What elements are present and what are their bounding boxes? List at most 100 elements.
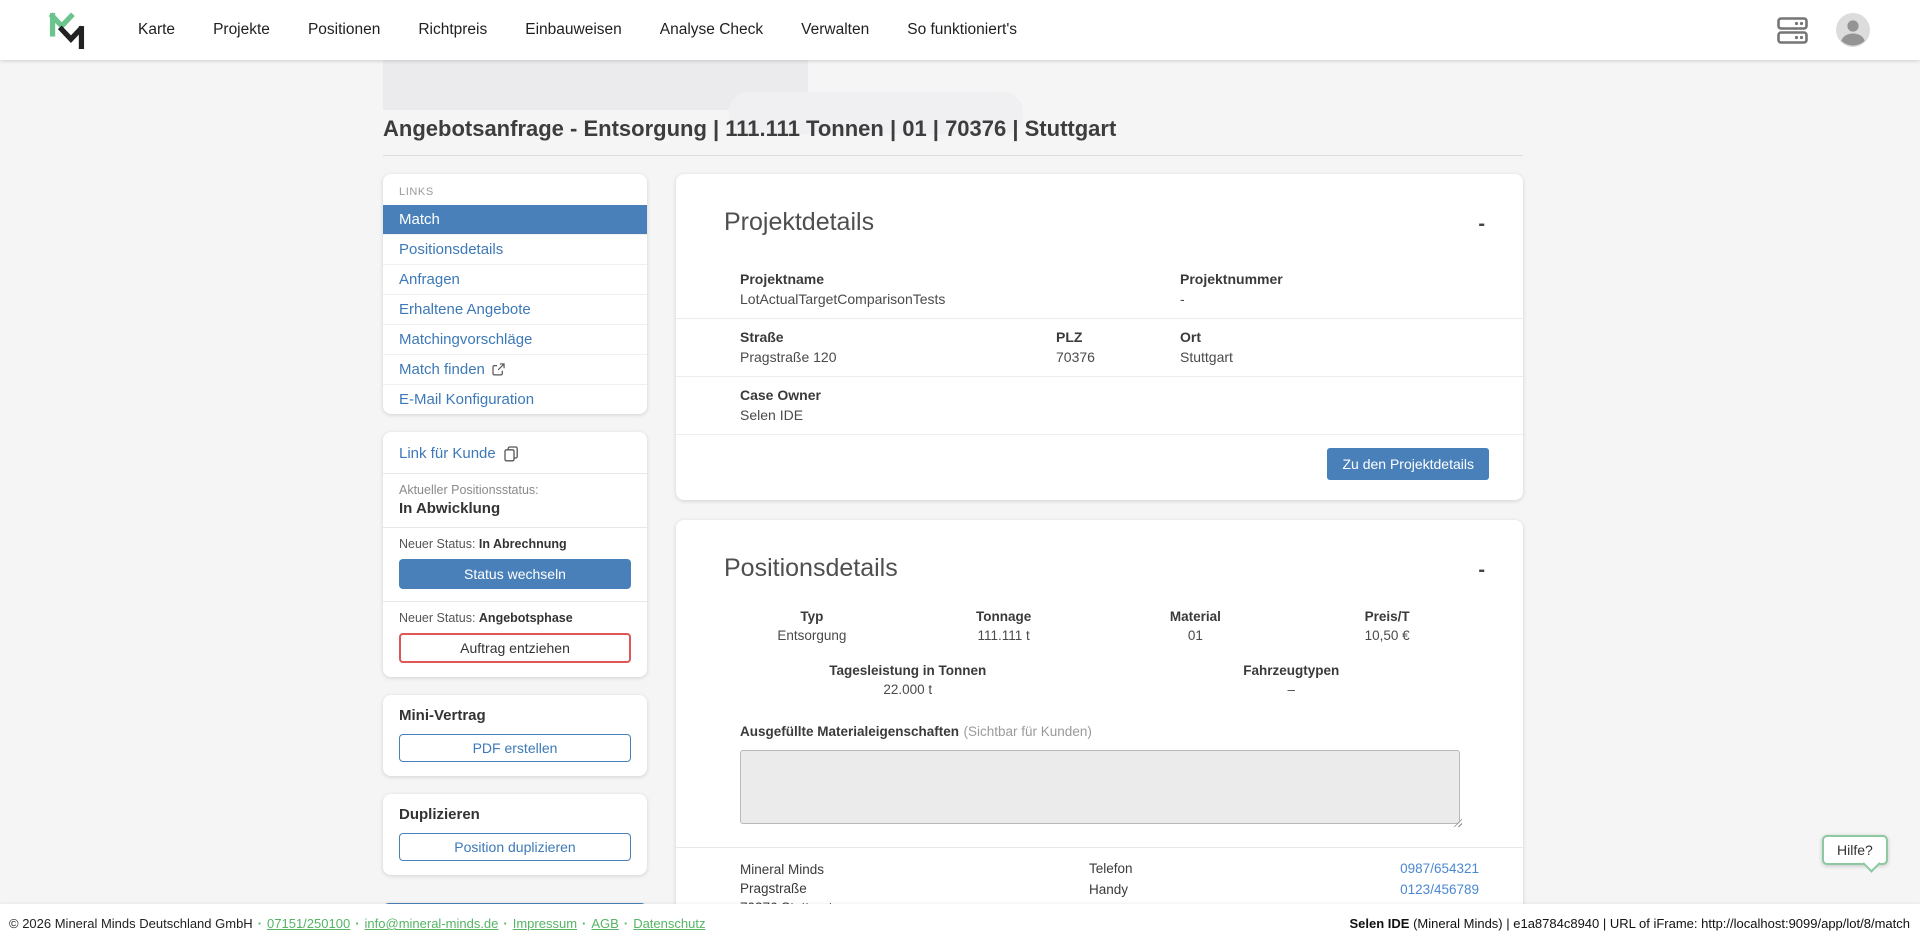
- stat-tonnage: Tonnage 111.111 t: [908, 609, 1100, 643]
- user-avatar[interactable]: [1836, 13, 1870, 47]
- sidebar-item-label: E-Mail Konfiguration: [399, 391, 534, 408]
- stat-material: Material 01: [1100, 609, 1292, 643]
- contact-company: Mineral Minds: [740, 860, 1089, 879]
- separator: ·: [582, 916, 586, 931]
- nav-item-analyse-check[interactable]: Analyse Check: [660, 21, 763, 39]
- position-stats-row1: Typ Entsorgung Tonnage 111.111 t Materia…: [716, 609, 1483, 643]
- duplicate-position-button[interactable]: Position duplizieren: [399, 833, 631, 861]
- sidebar-item-label: Anfragen: [399, 271, 460, 288]
- stat-value: Entsorgung: [716, 628, 908, 643]
- footer-link-agb[interactable]: AGB: [591, 916, 618, 931]
- offer-status-line: Neuer Status: Angebotsphase: [383, 602, 647, 625]
- separator: ·: [503, 916, 507, 931]
- project-row-name: Projektname LotActualTargetComparisonTes…: [676, 261, 1523, 318]
- material-properties-hint: (Sichtbar für Kunden): [964, 724, 1092, 739]
- next-status-line: Neuer Status: In Abrechnung: [383, 528, 647, 551]
- stat-value: 22.000 t: [716, 682, 1100, 697]
- nav-item-positionen[interactable]: Positionen: [308, 21, 380, 39]
- field-label: Case Owner: [740, 387, 1056, 403]
- withdraw-order-button[interactable]: Auftrag entziehen: [399, 633, 631, 663]
- server-environment-icon[interactable]: [1777, 17, 1808, 44]
- stat-value: 111.111 t: [908, 628, 1100, 643]
- mineral-minds-logo-icon[interactable]: [46, 4, 90, 56]
- collapse-toggle[interactable]: -: [1478, 214, 1485, 234]
- duplicate-title: Duplizieren: [383, 794, 647, 825]
- footer-link-phone[interactable]: 07151/250100: [267, 916, 350, 931]
- field-value: Stuttgart: [1180, 349, 1499, 365]
- duplicate-card: Duplizieren Position duplizieren: [383, 794, 647, 875]
- sidebar-item-erhaltene-angebote[interactable]: Erhaltene Angebote: [383, 294, 647, 324]
- field-value: -: [1180, 291, 1499, 307]
- nav-item-karte[interactable]: Karte: [138, 21, 175, 39]
- sidebar-item-matchingvorschlaege[interactable]: Matchingvorschläge: [383, 324, 647, 354]
- field-value: 70376: [1056, 349, 1180, 365]
- field-case-owner: Case Owner Selen IDE: [740, 387, 1056, 423]
- separator: ·: [258, 916, 262, 931]
- status-change-button[interactable]: Status wechseln: [399, 559, 631, 589]
- field-ort: Ort Stuttgart: [1180, 329, 1499, 365]
- position-stats-row2: Tagesleistung in Tonnen 22.000 t Fahrzeu…: [716, 663, 1483, 697]
- stat-typ: Typ Entsorgung: [716, 609, 908, 643]
- main-nav: Karte Projekte Positionen Richtpreis Ein…: [138, 21, 1017, 39]
- links-card: LINKS Match Positionsdetails Anfragen Er…: [383, 174, 647, 414]
- project-details-card: Projektdetails - Projektname LotActualTa…: [676, 174, 1523, 500]
- field-label: PLZ: [1056, 329, 1180, 345]
- page-content: Angebotsanfrage - Entsorgung | 111.111 T…: [383, 116, 1523, 939]
- stat-value: –: [1100, 682, 1484, 697]
- project-row-owner: Case Owner Selen IDE: [676, 376, 1523, 434]
- sidebar-item-positionsdetails[interactable]: Positionsdetails: [383, 234, 647, 264]
- sidebar-item-anfragen[interactable]: Anfragen: [383, 264, 647, 294]
- nav-item-richtpreis[interactable]: Richtpreis: [418, 21, 487, 39]
- nav-item-verwalten[interactable]: Verwalten: [801, 21, 869, 39]
- sidebar: LINKS Match Positionsdetails Anfragen Er…: [383, 174, 647, 939]
- stat-label: Fahrzeugtypen: [1100, 663, 1484, 678]
- logo-svg: [46, 6, 88, 54]
- current-status-block: Aktueller Positionsstatus: In Abwicklung: [383, 474, 647, 527]
- footer-link-impressum[interactable]: Impressum: [513, 916, 577, 931]
- footer-link-email[interactable]: info@mineral-minds.de: [365, 916, 499, 931]
- sidebar-item-email-konfiguration[interactable]: E-Mail Konfiguration: [383, 384, 647, 414]
- field-value: LotActualTargetComparisonTests: [740, 291, 1056, 307]
- nav-item-so-funktionierts[interactable]: So funktioniert's: [907, 21, 1017, 39]
- mobile-link[interactable]: 0123/456789: [1400, 882, 1479, 897]
- create-pdf-button[interactable]: PDF erstellen: [399, 734, 631, 762]
- stat-label: Tagesleistung in Tonnen: [716, 663, 1100, 678]
- collapse-toggle[interactable]: -: [1478, 560, 1485, 580]
- help-button[interactable]: Hilfe?: [1822, 835, 1888, 865]
- field-label: Projektname: [740, 271, 1056, 287]
- main-area: Projektdetails - Projektname LotActualTa…: [676, 174, 1523, 939]
- stat-value: 10,50 €: [1291, 628, 1483, 643]
- nav-item-projekte[interactable]: Projekte: [213, 21, 270, 39]
- footer-debug-rest: (Mineral Minds) | e1a8784c8940 | URL of …: [1409, 916, 1910, 931]
- material-properties-textarea[interactable]: [740, 750, 1460, 824]
- position-details-card: Positionsdetails - Typ Entsorgung Tonnag…: [676, 520, 1523, 939]
- stat-label: Typ: [716, 609, 908, 624]
- customer-link-label: Link für Kunde: [399, 445, 496, 462]
- field-label: Ort: [1180, 329, 1499, 345]
- footer-debug-info: Selen IDE (Mineral Minds) | e1a8784c8940…: [1349, 916, 1910, 931]
- mobile-row: Handy 0123/456789: [1089, 882, 1479, 897]
- current-status-value: In Abwicklung: [399, 500, 631, 517]
- footer-link-datenschutz[interactable]: Datenschutz: [633, 916, 705, 931]
- sidebar-item-label: Match: [399, 211, 440, 228]
- nav-item-einbauweisen[interactable]: Einbauweisen: [525, 21, 622, 39]
- field-value: Selen IDE: [740, 407, 1056, 423]
- field-label: Projektnummer: [1180, 271, 1499, 287]
- app-screen: Karte Projekte Positionen Richtpreis Ein…: [0, 0, 1920, 943]
- stat-tagesleistung: Tagesleistung in Tonnen 22.000 t: [716, 663, 1100, 697]
- next-status-value: In Abrechnung: [479, 537, 567, 551]
- current-status-label: Aktueller Positionsstatus:: [399, 483, 631, 497]
- field-value: Pragstraße 120: [740, 349, 1056, 365]
- phone-link[interactable]: 0987/654321: [1400, 861, 1479, 876]
- field-label: Straße: [740, 329, 1056, 345]
- links-header: LINKS: [383, 174, 647, 205]
- top-navbar: Karte Projekte Positionen Richtpreis Ein…: [0, 0, 1920, 60]
- customer-link[interactable]: Link für Kunde: [383, 432, 647, 473]
- mobile-label: Handy: [1089, 882, 1128, 897]
- stat-value: 01: [1100, 628, 1292, 643]
- sidebar-item-match-finden[interactable]: Match finden: [383, 354, 647, 384]
- offer-status-value: Angebotsphase: [479, 611, 573, 625]
- sidebar-item-match[interactable]: Match: [383, 205, 647, 234]
- sidebar-item-label: Positionsdetails: [399, 241, 503, 258]
- goto-project-details-button[interactable]: Zu den Projektdetails: [1327, 448, 1489, 480]
